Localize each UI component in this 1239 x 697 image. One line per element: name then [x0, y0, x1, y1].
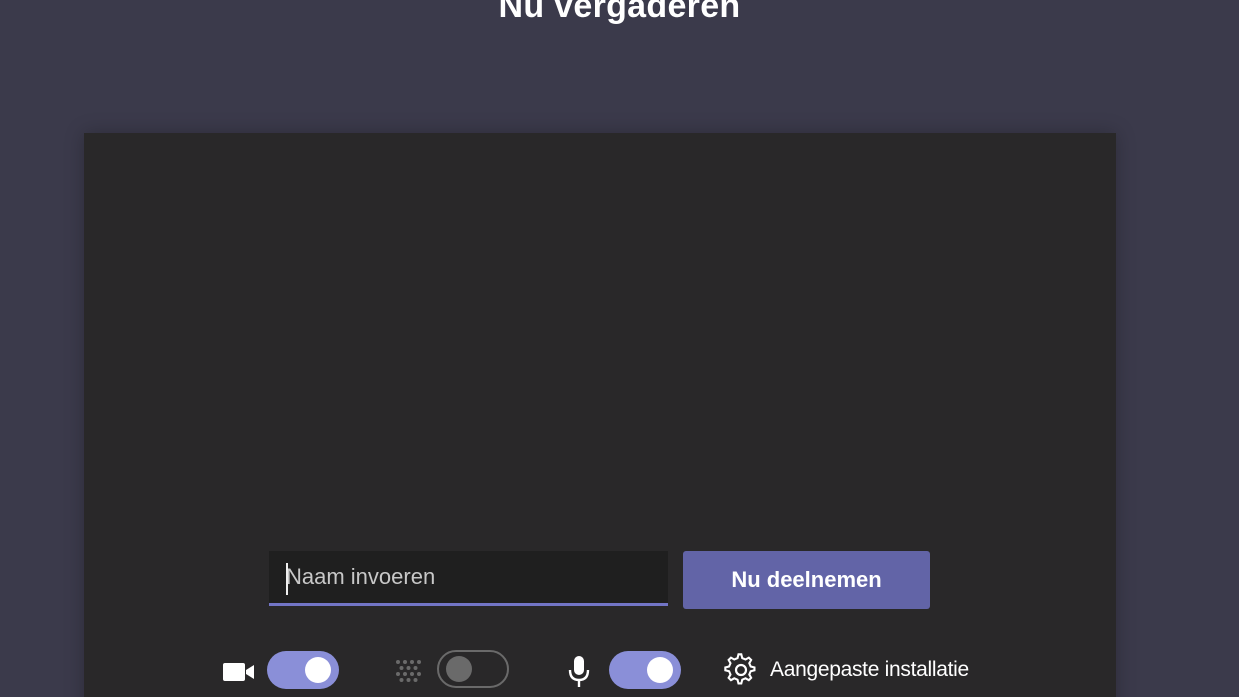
name-input[interactable] — [269, 551, 668, 603]
microphone-toggle-knob — [647, 657, 673, 683]
background-blur-icon[interactable] — [394, 658, 424, 686]
microphone-icon[interactable] — [566, 655, 592, 689]
custom-setup-button[interactable]: Aangepaste installatie — [724, 652, 969, 688]
page-title: Nu vergaderen — [498, 0, 741, 25]
microphone-toggle[interactable] — [609, 651, 681, 689]
camera-icon[interactable] — [222, 660, 256, 684]
meeting-prejoin-screen: Nu vergaderen Nu deelnemen — [0, 0, 1239, 697]
text-caret — [286, 563, 288, 595]
join-now-button[interactable]: Nu deelnemen — [683, 551, 930, 609]
camera-toggle[interactable] — [267, 651, 339, 689]
background-blur-toggle[interactable] — [437, 650, 509, 688]
gear-icon — [724, 653, 756, 685]
name-field-container[interactable] — [269, 551, 668, 606]
background-blur-toggle-knob — [446, 656, 472, 682]
custom-setup-label: Aangepaste installatie — [770, 658, 969, 681]
camera-toggle-knob — [305, 657, 331, 683]
video-preview — [84, 133, 1116, 697]
